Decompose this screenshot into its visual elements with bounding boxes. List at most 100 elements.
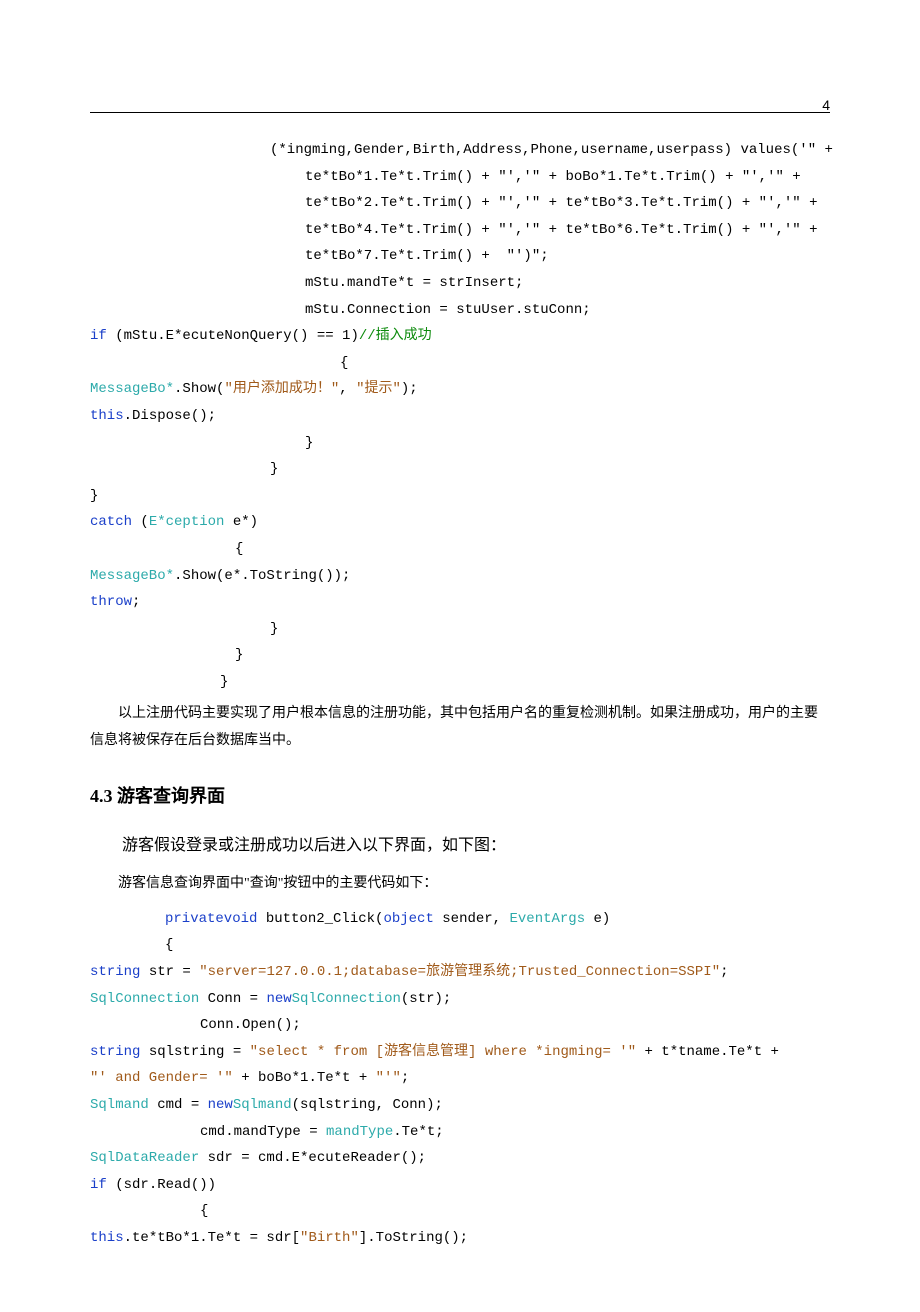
string-literal: "Birth" (300, 1230, 359, 1246)
header-rule (90, 112, 830, 113)
keyword-object: object (383, 911, 433, 927)
string-literal: "提示" (356, 381, 401, 397)
keyword-string: string (90, 1044, 140, 1060)
code-line: Conn.Open(); (200, 1012, 830, 1039)
code-line: if (mStu.E*ecuteNonQuery() == 1)//插入成功 (90, 323, 830, 350)
code-text: ; (720, 964, 728, 980)
code-line: mStu.Connection = stuUser.stuConn; (305, 297, 830, 324)
code-line: { (165, 932, 830, 959)
code-line: string str = "server=127.0.0.1;database=… (90, 959, 830, 986)
code-text: ); (401, 381, 418, 397)
code-text: button2_Click( (257, 911, 383, 927)
code-line: "' and Gender= '" + boBo*1.Te*t + "'"; (90, 1065, 830, 1092)
code-line: cmd.mandType = mandType.Te*t; (200, 1119, 830, 1146)
code-text: .Dispose(); (124, 408, 216, 424)
type-sqlconnection: SqlConnection (90, 991, 199, 1007)
code-line: MessageBo*.Show("用户添加成功！", "提示"); (90, 376, 830, 403)
keyword-new: new (266, 991, 291, 1007)
code-line: catch (E*ception e*) (90, 509, 830, 536)
code-text: ].ToString(); (359, 1230, 468, 1246)
code-line: { (235, 536, 830, 563)
code-line: te*tBo*1.Te*t.Trim() + "','" + boBo*1.Te… (305, 164, 830, 191)
code-text: sender, (434, 911, 510, 927)
intro-line-2: 游客信息查询界面中"查询"按钮中的主要代码如下： (90, 871, 830, 898)
code-line: throw; (90, 589, 830, 616)
code-line: { (340, 350, 830, 377)
code-line: this.te*tBo*1.Te*t = sdr["Birth"].ToStri… (90, 1225, 830, 1252)
code-line: SqlConnection Conn = newSqlConnection(st… (90, 986, 830, 1013)
code-line: } (305, 430, 830, 457)
code-block-2: privatevoid button2_Click(object sender,… (90, 906, 830, 1252)
code-text: .te*tBo*1.Te*t = sdr[ (124, 1230, 300, 1246)
code-text: (str); (401, 991, 451, 1007)
keyword-catch: catch (90, 514, 132, 530)
code-text: e*) (224, 514, 258, 530)
type-eventargs: EventArgs (510, 911, 586, 927)
page-number: 4 (822, 92, 830, 119)
type-sqlcommand: Sqlmand (233, 1097, 292, 1113)
code-text: Conn = (199, 991, 266, 1007)
type-messagebox: MessageBo* (90, 568, 174, 584)
code-text: e) (585, 911, 610, 927)
code-line: SqlDataReader sdr = cmd.E*ecuteReader(); (90, 1145, 830, 1172)
type-commandtype: mandType (326, 1124, 393, 1140)
code-text: (sdr.Read()) (107, 1177, 216, 1193)
comment: //插入成功 (359, 328, 432, 344)
code-line: privatevoid button2_Click(object sender,… (165, 906, 830, 933)
code-line: } (270, 616, 830, 643)
intro-text: 游客假设登录或注册成功以后进入以下界面，如下图： (122, 837, 506, 854)
code-text: (mStu.E*ecuteNonQuery() == 1) (107, 328, 359, 344)
code-line: te*tBo*2.Te*t.Trim() + "','" + te*tBo*3.… (305, 190, 830, 217)
type-messagebox: MessageBo* (90, 381, 174, 397)
string-literal: "用户添加成功！" (224, 381, 339, 397)
code-text: ( (132, 514, 149, 530)
string-literal: "server=127.0.0.1;database=旅游管理系统;Truste… (199, 964, 720, 980)
code-text: ; (132, 594, 140, 610)
code-line: { (200, 1198, 830, 1225)
code-text: str = (140, 964, 199, 980)
string-literal: "select * from [游客信息管理] where *ingming= … (250, 1044, 636, 1060)
code-line: Sqlmand cmd = newSqlmand(sqlstring, Conn… (90, 1092, 830, 1119)
paragraph-register-desc: 以上注册代码主要实现了用户根本信息的注册功能，其中包括用户名的重复检测机制。如果… (90, 701, 830, 754)
code-block-1: (*ingming,Gender,Birth,Address,Phone,use… (90, 137, 830, 695)
code-line: MessageBo*.Show(e*.ToString()); (90, 563, 830, 590)
intro-line-1: 游客假设登录或注册成功以后进入以下界面，如下图： (90, 831, 830, 861)
type-sqlcommand: Sqlmand (90, 1097, 149, 1113)
code-text: .Show(e*.ToString()); (174, 568, 350, 584)
code-text: + boBo*1.Te*t + (233, 1070, 376, 1086)
paragraph-text: 以上注册代码主要实现了用户根本信息的注册功能，其中包括用户名的重复检测机制。如果… (90, 706, 818, 748)
code-line: this.Dispose(); (90, 403, 830, 430)
code-text: sqlstring = (140, 1044, 249, 1060)
code-text: , (339, 381, 356, 397)
code-line: te*tBo*4.Te*t.Trim() + "','" + te*tBo*6.… (305, 217, 830, 244)
keyword-if: if (90, 1177, 107, 1193)
code-text: cmd = (149, 1097, 208, 1113)
type-sqlconnection: SqlConnection (292, 991, 401, 1007)
code-line: } (90, 483, 830, 510)
code-text: + t*tname.Te*t + (636, 1044, 787, 1060)
keyword-if: if (90, 328, 107, 344)
section-title-4-3: 4.3 游客查询界面 (90, 779, 830, 813)
keyword-this: this (90, 408, 124, 424)
type-exception: E*ception (149, 514, 225, 530)
keyword-string: string (90, 964, 140, 980)
code-line: } (220, 669, 830, 696)
code-text: cmd.mandType = (200, 1124, 326, 1140)
code-line: te*tBo*7.Te*t.Trim() + "')"; (305, 243, 830, 270)
string-literal: "' and Gender= '" (90, 1070, 233, 1086)
keyword-this: this (90, 1230, 124, 1246)
code-line: } (235, 642, 830, 669)
keyword-throw: throw (90, 594, 132, 610)
code-line: (*ingming,Gender,Birth,Address,Phone,use… (270, 137, 830, 164)
code-text: ; (401, 1070, 409, 1086)
keyword-private-void: privatevoid (165, 911, 257, 927)
keyword-new: new (208, 1097, 233, 1113)
intro-text: 游客信息查询界面中"查询"按钮中的主要代码如下： (118, 876, 437, 891)
code-text: .Te*t; (393, 1124, 443, 1140)
code-line: if (sdr.Read()) (90, 1172, 830, 1199)
code-text: (sqlstring, Conn); (292, 1097, 443, 1113)
code-line: string sqlstring = "select * from [游客信息管… (90, 1039, 830, 1066)
string-literal: "'" (376, 1070, 401, 1086)
type-sqldatareader: SqlDataReader (90, 1150, 199, 1166)
code-text: sdr = cmd.E*ecuteReader(); (199, 1150, 426, 1166)
